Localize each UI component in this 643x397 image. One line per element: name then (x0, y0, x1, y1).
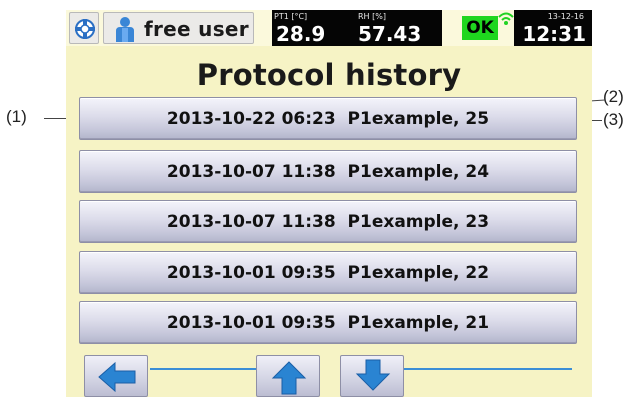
rh-value: 57.43 (358, 22, 422, 46)
list-item-label: 2013-10-07 11:38 P1example, 24 (166, 162, 490, 182)
settings-button[interactable] (69, 12, 99, 44)
list-item[interactable]: 2013-10-01 09:35 P1example, 21 (79, 301, 577, 344)
pt1-label: PT1 [°C] (274, 12, 308, 21)
device-screen: free user PT1 [°C] 28.9 RH [%] 57.43 OK … (66, 10, 592, 397)
wifi-icon (498, 12, 514, 25)
list-item-label: 2013-10-01 09:35 P1example, 21 (166, 313, 490, 333)
list-item-label: 2013-10-07 11:38 P1example, 23 (166, 212, 490, 232)
pt1-value: 28.9 (276, 22, 326, 46)
status-bar: free user PT1 [°C] 28.9 RH [%] 57.43 OK … (66, 10, 592, 46)
page-title: Protocol history (196, 58, 462, 92)
clock-readout: 13-12-16 12:31 (514, 10, 592, 46)
nav-divider (150, 368, 256, 370)
callout-3: (3) (603, 110, 624, 129)
list-item-label: 2013-10-01 09:35 P1example, 22 (166, 263, 490, 283)
user-button[interactable]: free user (103, 12, 254, 44)
scroll-down-button[interactable] (340, 355, 404, 397)
arrow-down-icon (355, 359, 391, 391)
list-item[interactable]: 2013-10-07 11:38 P1example, 23 (79, 200, 577, 243)
user-icon (116, 17, 134, 42)
arrow-left-icon (98, 361, 136, 393)
list-item[interactable]: 2013-10-07 11:38 P1example, 24 (79, 150, 577, 193)
ok-status-badge: OK (462, 16, 498, 40)
list-item[interactable]: 2013-10-01 09:35 P1example, 22 (79, 251, 577, 294)
scroll-up-button[interactable] (256, 355, 320, 397)
arrow-up-icon (271, 361, 307, 395)
date-label: 13-12-16 (547, 12, 584, 21)
list-item[interactable]: 2013-10-22 06:23 P1example, 25 (79, 97, 577, 140)
rh-readout: RH [%] 57.43 (354, 10, 442, 46)
nav-divider (404, 368, 572, 370)
pt1-readout: PT1 [°C] 28.9 (272, 10, 354, 46)
list-item-label: 2013-10-22 06:23 P1example, 25 (166, 109, 490, 129)
time-value: 12:31 (522, 22, 586, 46)
user-label: free user (144, 17, 249, 41)
rh-label: RH [%] (358, 12, 386, 21)
settings-icon (75, 19, 95, 39)
back-button[interactable] (84, 355, 148, 397)
